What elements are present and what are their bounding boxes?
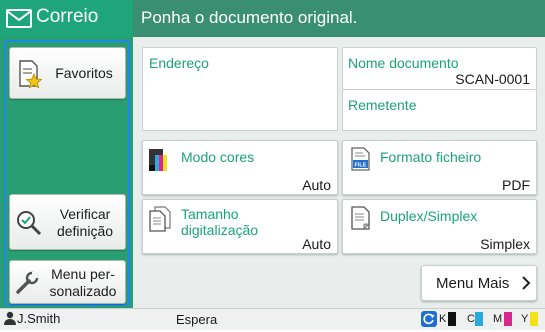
file-format-title: Formato ficheiro [380, 149, 482, 165]
favorites-icon [18, 60, 43, 91]
duplex-card[interactable]: Duplex/Simplex Simplex [342, 199, 537, 254]
more-menu-label: Menu Mais [436, 275, 510, 292]
sender-title: Remetente [348, 97, 417, 113]
scan-size-icon [149, 206, 171, 237]
duplex-icon [351, 206, 371, 235]
ink-level-k [448, 312, 456, 326]
duplex-title: Duplex/Simplex [380, 208, 478, 224]
ink-label-c: C [467, 313, 475, 325]
more-menu-button[interactable]: Menu Mais [421, 265, 537, 301]
magnifier-check-icon [16, 210, 42, 239]
mail-icon [6, 9, 32, 33]
user-name: J.Smith [17, 311, 61, 326]
document-name-title: Nome documento [348, 55, 459, 71]
custom-menu-label-line2: sonalizado [49, 283, 117, 299]
ink-label-m: M [493, 313, 503, 325]
file-format-card[interactable]: FILE Formato ficheiro PDF [342, 140, 537, 195]
chevron-right-icon [521, 276, 531, 294]
ink-level-c [475, 312, 483, 326]
custom-menu-label-line1: Menu per- [51, 266, 115, 282]
machine-status: Espera [176, 312, 218, 327]
favorites-button[interactable]: Favoritos [9, 47, 126, 99]
verify-label-line1: Verificar [59, 206, 111, 222]
color-mode-value: Auto [302, 177, 331, 193]
address-title: Endereço [149, 55, 209, 71]
document-name-card[interactable]: Nome documento SCAN-0001 [342, 47, 537, 90]
scan-size-title-line1: Tamanho [181, 206, 239, 222]
verify-label-line2: definição [56, 223, 114, 239]
scan-size-value: Auto [302, 236, 331, 252]
color-mode-title: Modo cores [181, 149, 255, 165]
scan-size-title-line2: digitalização [181, 222, 259, 238]
file-format-value: PDF [502, 177, 530, 193]
wrench-icon [15, 271, 39, 298]
ink-level-y [530, 312, 538, 326]
scan-size-card[interactable]: Tamanho digitalização Auto [142, 199, 338, 254]
file-badge-text: FILE [355, 163, 367, 169]
document-name-value: SCAN-0001 [455, 71, 530, 87]
file-format-icon: FILE [351, 147, 371, 176]
address-card[interactable]: Endereço [142, 47, 338, 131]
duplex-value: Simplex [480, 236, 530, 252]
color-mode-icon [149, 149, 169, 176]
sender-card[interactable]: Remetente [342, 89, 537, 131]
user-icon [4, 311, 16, 330]
favorites-label: Favoritos [55, 65, 113, 81]
app-title: Correio [36, 6, 99, 27]
instruction-text: Ponha o documento original. [141, 8, 358, 27]
verify-settings-button[interactable]: Verificar definição [9, 194, 126, 250]
ink-label-k: K [439, 313, 447, 325]
refresh-icon[interactable] [421, 311, 437, 332]
ink-level-m [504, 312, 512, 326]
color-mode-card[interactable]: Modo cores Auto [142, 140, 338, 195]
custom-menu-button[interactable]: Menu per- sonalizado [9, 260, 126, 304]
ink-label-y: Y [521, 313, 529, 325]
